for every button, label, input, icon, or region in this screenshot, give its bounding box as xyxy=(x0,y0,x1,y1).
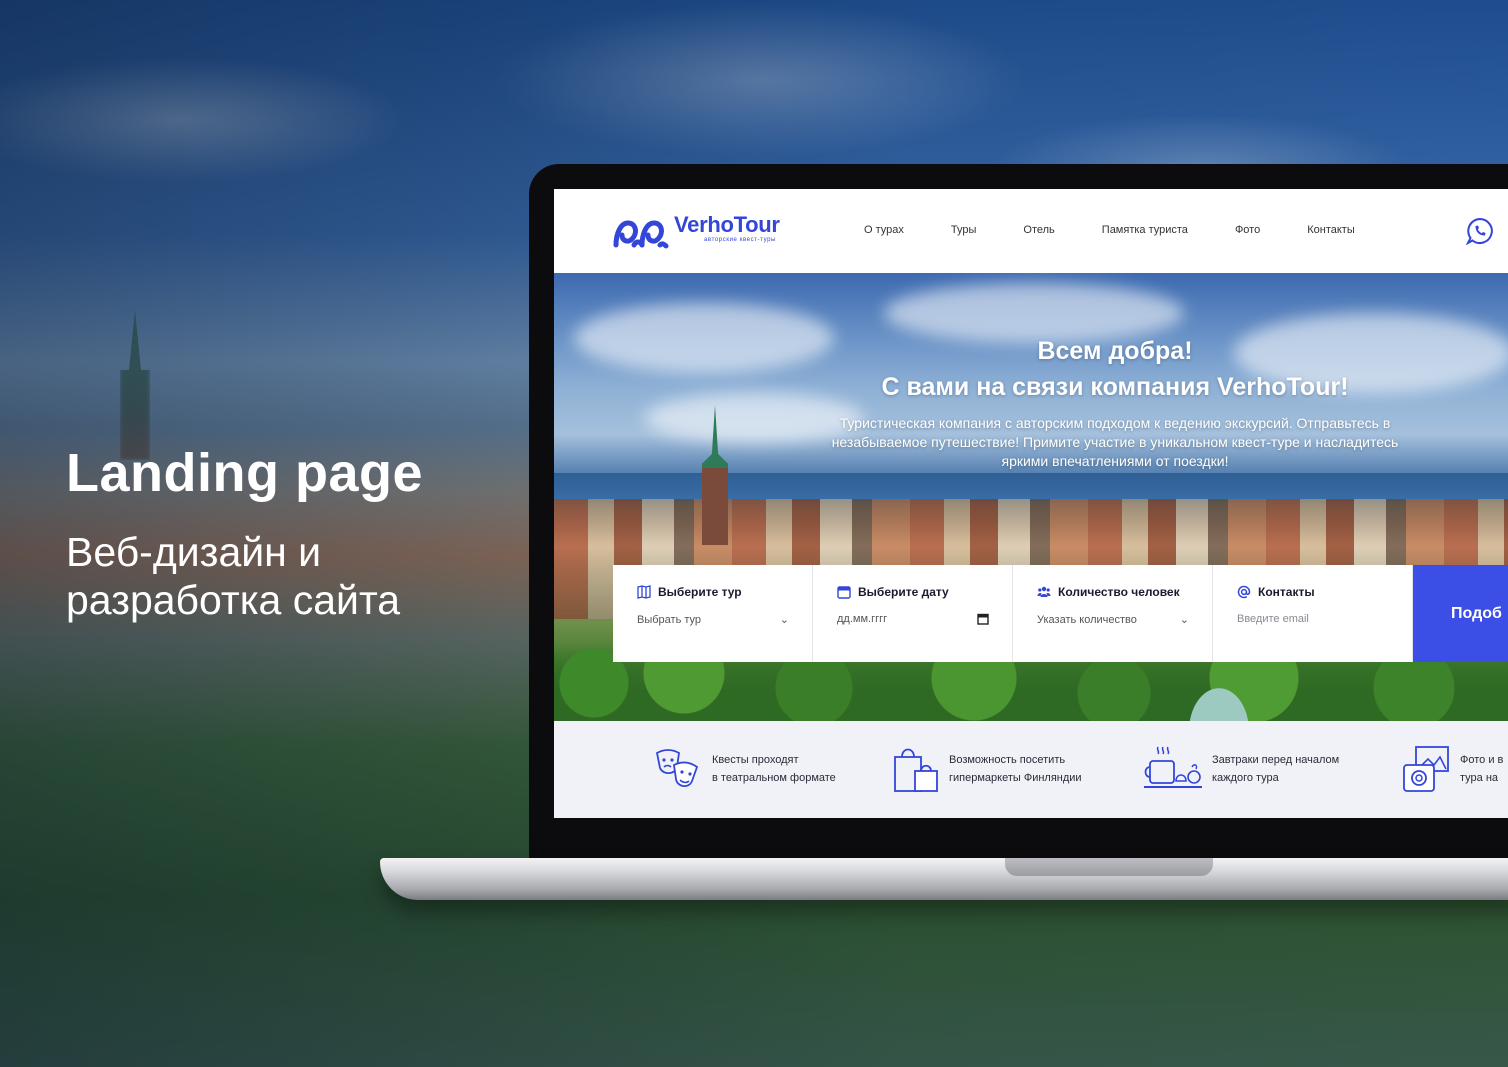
feature-line: гипермаркеты Финляндии xyxy=(949,772,1082,784)
people-select-value: Указать количество xyxy=(1037,613,1137,626)
date-label: Выберите дату xyxy=(858,585,949,599)
submit-button[interactable]: Подоб xyxy=(1413,565,1508,662)
hero-heading-line1: Всем добра! xyxy=(1037,337,1193,365)
site-header: VerhoTour авторские квест-туры О турах Т… xyxy=(554,189,1508,273)
tour-select-value: Выбрать тур xyxy=(637,613,702,626)
main-nav: О турах Туры Отель Памятка туриста Фото … xyxy=(864,224,1402,236)
hero-heading: Всем добра! С вами на связи компания Ver… xyxy=(554,333,1508,405)
nav-item-tourist-memo[interactable]: Памятка туриста xyxy=(1102,224,1188,236)
shopping-bags-icon xyxy=(894,748,938,792)
email-placeholder: Введите email xyxy=(1237,613,1309,625)
laptop-screen: VerhoTour авторские квест-туры О турах Т… xyxy=(554,189,1508,818)
hero-text: Туристическая компания с авторским подхо… xyxy=(831,415,1399,469)
logo-name: VerhoTour xyxy=(674,212,780,237)
people-select[interactable]: Указать количество ⌄ xyxy=(1037,613,1189,627)
feature-item: Фото и в тура на xyxy=(1402,743,1503,795)
nav-item-about[interactable]: О турах xyxy=(864,224,904,236)
laptop-base xyxy=(380,858,1508,900)
email-input[interactable]: Введите email xyxy=(1237,613,1389,625)
feature-item: Квесты проходят в театральном формате xyxy=(654,743,836,795)
promo-title: Landing page xyxy=(66,443,423,503)
calendar-icon xyxy=(837,586,851,599)
feature-line: Завтраки перед началом xyxy=(1212,754,1340,766)
calendar-picker-icon[interactable] xyxy=(977,613,989,625)
laptop-notch xyxy=(1005,858,1213,876)
date-field: Выберите дату дд.мм.гггг xyxy=(813,565,1013,662)
nav-item-photo[interactable]: Фото xyxy=(1235,224,1260,236)
contacts-label: Контакты xyxy=(1258,585,1315,599)
date-placeholder: дд.мм.гггг xyxy=(837,613,888,625)
feature-line: каждого тура xyxy=(1212,772,1279,784)
tour-label: Выберите тур xyxy=(658,585,742,599)
logo-mark-icon xyxy=(613,220,669,249)
date-input[interactable]: дд.мм.гггг xyxy=(837,613,989,625)
chevron-down-icon: ⌄ xyxy=(779,614,789,626)
contacts-field: Контакты Введите email xyxy=(1213,565,1413,662)
nav-item-hotel[interactable]: Отель xyxy=(1023,224,1054,236)
people-field: Количество человек Указать количество ⌄ xyxy=(1013,565,1213,662)
map-icon xyxy=(637,585,651,599)
tour-field: Выберите тур Выбрать тур ⌄ xyxy=(613,565,813,662)
hero-heading-line2: С вами на связи компания VerhoTour! xyxy=(881,373,1349,401)
chevron-down-icon: ⌄ xyxy=(1179,614,1189,626)
feature-item: Возможность посетить гипермаркеты Финлян… xyxy=(891,743,1082,795)
logo-tagline: авторские квест-туры xyxy=(704,237,776,243)
camera-photo-icon xyxy=(1403,746,1449,792)
promo-subtitle: Веб-дизайн и разработка сайта xyxy=(66,529,401,623)
logo[interactable]: VerhoTour авторские квест-туры xyxy=(612,213,780,249)
people-label: Количество человек xyxy=(1058,585,1180,599)
theater-masks-icon xyxy=(655,749,699,787)
feature-line: Возможность посетить xyxy=(949,754,1066,766)
tour-select[interactable]: Выбрать тур ⌄ xyxy=(637,613,789,627)
booking-form: Выберите тур Выбрать тур ⌄ Выберите дату… xyxy=(613,565,1508,662)
at-icon xyxy=(1237,585,1251,599)
feature-line: тура на xyxy=(1460,772,1499,784)
nav-item-contacts[interactable]: Контакты xyxy=(1307,224,1355,236)
whatsapp-icon[interactable] xyxy=(1466,217,1494,245)
feature-line: Квесты проходят xyxy=(712,754,799,766)
features-strip: Квесты проходят в театральном формате Во… xyxy=(554,721,1508,818)
people-icon xyxy=(1037,586,1051,597)
feature-line: Фото и в xyxy=(1460,754,1504,766)
nav-item-tours[interactable]: Туры xyxy=(951,224,977,236)
hero-dome xyxy=(1184,681,1254,721)
feature-item: Завтраки перед началом каждого тура xyxy=(1142,743,1339,795)
breakfast-icon xyxy=(1144,746,1202,788)
feature-line: в театральном формате xyxy=(712,772,836,784)
